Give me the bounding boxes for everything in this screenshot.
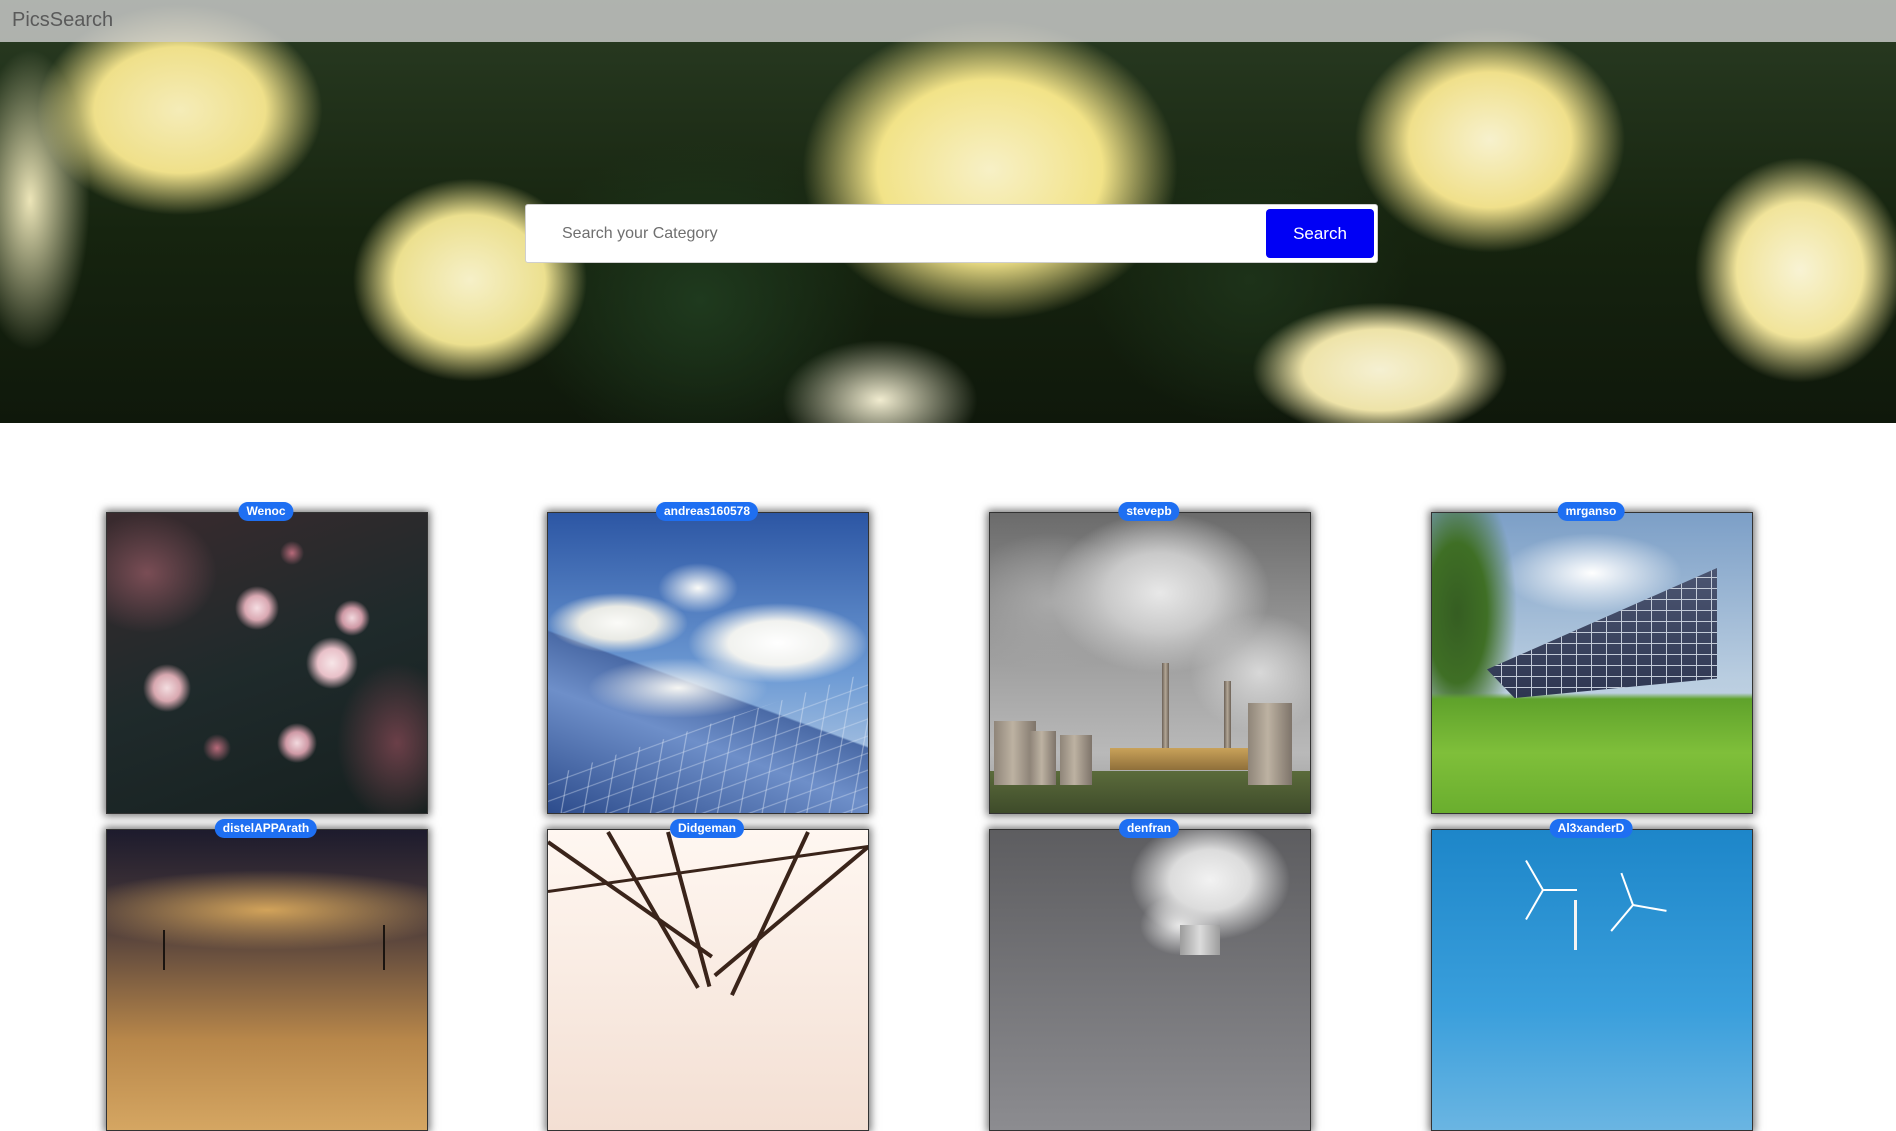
gallery-image-wind-turbines[interactable] — [1431, 829, 1753, 1131]
image-gallery: Wenoc andreas160578 stevepb mrganso dist… — [0, 423, 1896, 1131]
cooling-tower — [1248, 703, 1292, 785]
cooling-tower — [1030, 731, 1056, 785]
author-badge: Al3xanderD — [1549, 819, 1633, 838]
cooling-tower — [1060, 735, 1092, 785]
author-badge: mrganso — [1557, 502, 1625, 521]
author-badge: Didgeman — [669, 819, 745, 838]
gallery-image-blossom[interactable] — [106, 512, 428, 814]
cooling-tower — [1180, 925, 1220, 955]
turbine-blade — [1525, 860, 1544, 891]
brand-logo[interactable]: PicsSearch — [12, 9, 113, 32]
pylon-beam — [606, 831, 700, 989]
solar-array — [1487, 568, 1717, 698]
search-bar: Search — [525, 204, 1378, 263]
search-input[interactable] — [536, 213, 1236, 255]
author-badge: stevepb — [1118, 502, 1180, 521]
turbine-blade — [1610, 904, 1634, 932]
author-badge: Wenoc — [238, 502, 294, 521]
author-badge: distelAPPArath — [214, 819, 318, 838]
search-button[interactable]: Search — [1266, 209, 1374, 258]
author-badge: andreas160578 — [655, 502, 759, 521]
turbine-blade — [1525, 889, 1544, 920]
gallery-image-pylon[interactable] — [547, 829, 869, 1131]
gallery-image-smoke[interactable] — [989, 829, 1311, 1131]
gallery-image-wind-sunset[interactable] — [106, 829, 428, 1131]
author-badge: denfran — [1118, 819, 1180, 838]
hero-banner: PicsSearch Search — [0, 0, 1896, 423]
gallery-image-solar-sky[interactable] — [547, 512, 869, 814]
pylon-beam — [666, 831, 712, 988]
gallery-image-power-plant[interactable] — [989, 512, 1311, 814]
turbine-mast — [163, 930, 165, 970]
gallery-image-solar-field[interactable] — [1431, 512, 1753, 814]
turbine-blade — [1620, 872, 1634, 906]
turbine-blade — [1543, 889, 1577, 891]
turbine-blade — [1632, 904, 1667, 912]
power-plant-building — [1110, 748, 1250, 770]
top-navbar: PicsSearch — [0, 0, 1896, 42]
solar-panel-grid — [548, 672, 868, 813]
turbine-mast — [383, 925, 385, 970]
turbine-mast — [1574, 900, 1577, 950]
